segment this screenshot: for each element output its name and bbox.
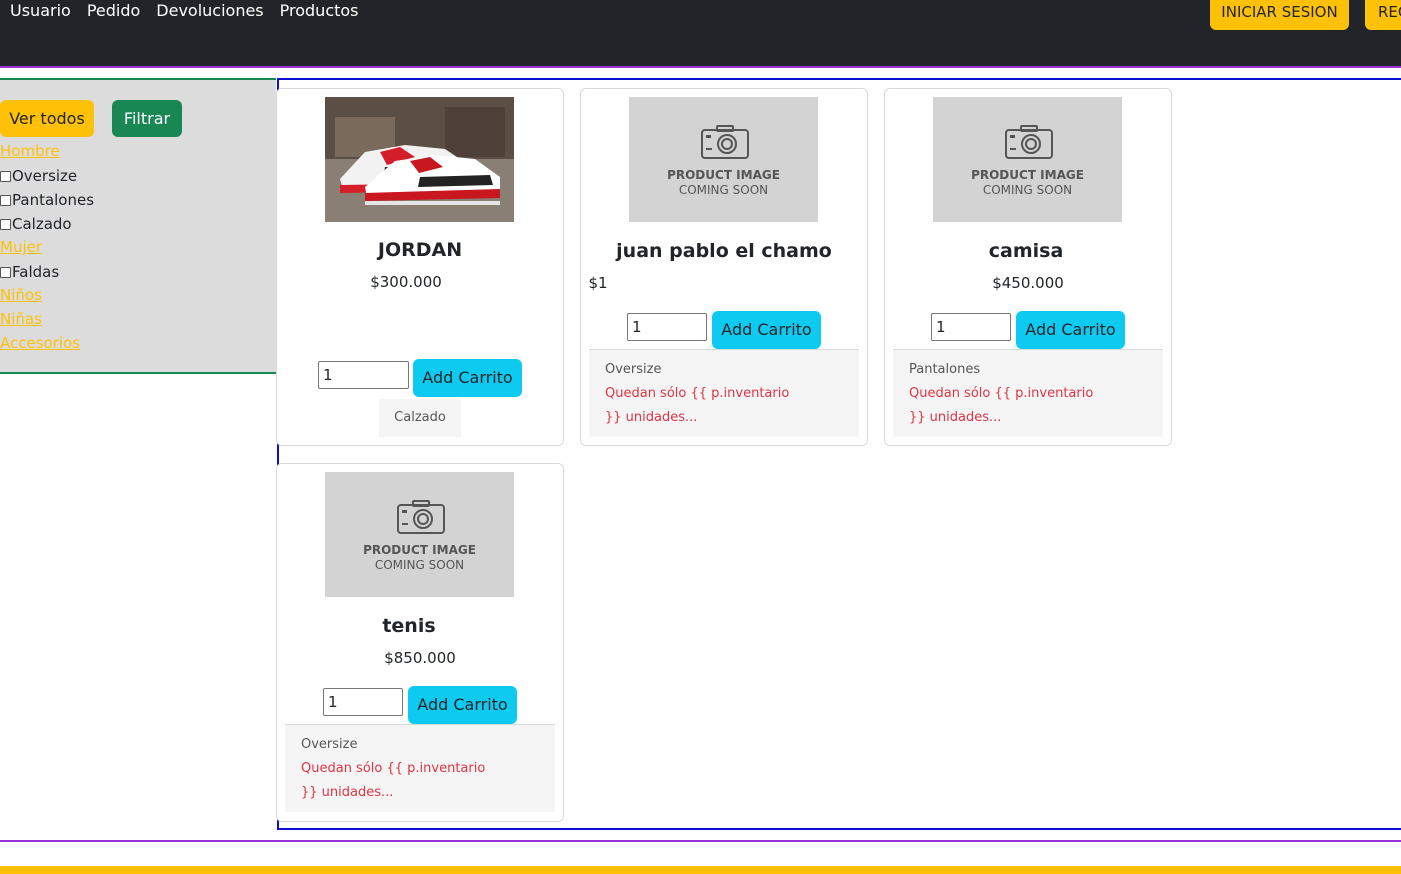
placeholder-title: PRODUCT IMAGE: [667, 168, 780, 182]
product-card-jordan: JORDAN $300.000 1 Add Carrito Calzado: [276, 88, 564, 446]
nav-link-usuario[interactable]: Usuario: [10, 0, 71, 22]
placeholder-title: PRODUCT IMAGE: [363, 543, 476, 557]
product-name: tenis: [382, 615, 436, 637]
nav-link-devoluciones[interactable]: Devoluciones: [156, 0, 263, 22]
filter-link-accesorios[interactable]: Accesorios: [0, 332, 94, 356]
stock-text: Quedan sólo {{ p.inventario }} unidades.…: [605, 386, 790, 425]
header-divider: [0, 66, 1401, 68]
product-name: JORDAN: [377, 239, 463, 261]
nav-link-pedido[interactable]: Pedido: [87, 0, 140, 22]
quantity-input[interactable]: 1: [323, 688, 403, 716]
product-name: camisa: [988, 240, 1064, 262]
filter-label: Pantalones: [12, 191, 95, 209]
card-footer: Oversize Quedan sólo {{ p.inventario }} …: [589, 349, 859, 437]
filter-link-ninas[interactable]: Niñas: [0, 308, 94, 332]
camera-icon: [701, 125, 749, 159]
category-label: Oversize: [605, 362, 662, 377]
filter-label: Oversize: [12, 167, 78, 185]
product-price: $450.000: [992, 274, 1064, 292]
product-image: PRODUCT IMAGE COMING SOON: [629, 97, 818, 222]
sneaker-photo: [325, 97, 514, 222]
category-tag: Calzado: [379, 399, 461, 437]
category-label: Pantalones: [909, 362, 981, 377]
filter-check-oversize[interactable]: Oversize: [0, 164, 94, 188]
register-button[interactable]: REGISTRARSE: [1365, 0, 1401, 30]
stock-text: Quedan sólo {{ p.inventario }} unidades.…: [909, 386, 1094, 425]
checkbox[interactable]: [0, 266, 11, 278]
card-footer: Pantalones Quedan sólo {{ p.inventario }…: [893, 349, 1163, 437]
add-to-cart-button[interactable]: Add Carrito: [1016, 311, 1125, 349]
card-footer: Oversize Quedan sólo {{ p.inventario }} …: [285, 724, 555, 812]
placeholder-subtitle: COMING SOON: [374, 558, 465, 572]
filter-list: Hombre Oversize Pantalones Calzado Mujer…: [0, 140, 94, 356]
camera-icon: [397, 500, 445, 534]
nav-links: Usuario Pedido Devoluciones Productos: [10, 0, 359, 22]
filter-check-calzado[interactable]: Calzado: [0, 212, 94, 236]
quantity-input[interactable]: 1: [627, 313, 707, 341]
filter-label: Faldas: [12, 263, 60, 281]
placeholder-subtitle: COMING SOON: [982, 183, 1073, 197]
product-card-camisa: PRODUCT IMAGE COMING SOON camisa $450.00…: [884, 88, 1172, 446]
nav-link-productos[interactable]: Productos: [280, 0, 359, 22]
footer-bar: [0, 866, 1401, 874]
footer-divider: [0, 840, 1401, 842]
filter-sidebar: Ver todos Filtrar Hombre Oversize Pantal…: [0, 78, 276, 374]
category-label: Oversize: [301, 737, 358, 752]
camera-icon: [1005, 125, 1053, 159]
product-name: juan pablo el chamo: [616, 240, 832, 262]
filter-check-faldas[interactable]: Faldas: [0, 260, 94, 284]
top-navbar: Usuario Pedido Devoluciones Productos IN…: [0, 0, 1401, 66]
add-to-cart-button[interactable]: Add Carrito: [413, 359, 522, 397]
product-image: PRODUCT IMAGE COMING SOON: [933, 97, 1122, 222]
stock-text: Quedan sólo {{ p.inventario }} unidades.…: [301, 761, 486, 800]
filter-link-mujer[interactable]: Mujer: [0, 236, 94, 260]
product-card-tenis: PRODUCT IMAGE COMING SOON tenis $850.000…: [276, 463, 564, 822]
product-image: [325, 97, 514, 222]
placeholder-title: PRODUCT IMAGE: [971, 168, 1084, 182]
ver-todos-button[interactable]: Ver todos: [0, 100, 94, 137]
checkbox[interactable]: [0, 170, 11, 182]
product-card-juan-pablo: PRODUCT IMAGE COMING SOON juan pablo el …: [580, 88, 868, 446]
placeholder-subtitle: COMING SOON: [678, 183, 769, 197]
checkbox[interactable]: [0, 218, 11, 230]
filter-label: Calzado: [12, 215, 72, 233]
quantity-input[interactable]: 1: [931, 313, 1011, 341]
filter-link-ninos[interactable]: Niños: [0, 284, 94, 308]
quantity-input[interactable]: 1: [318, 361, 409, 389]
add-to-cart-button[interactable]: Add Carrito: [712, 311, 821, 349]
filter-link-hombre[interactable]: Hombre: [0, 140, 94, 164]
checkbox[interactable]: [0, 194, 11, 206]
filter-check-pantalones[interactable]: Pantalones: [0, 188, 94, 212]
product-image: PRODUCT IMAGE COMING SOON: [325, 472, 514, 597]
filtrar-button[interactable]: Filtrar: [112, 100, 182, 137]
login-button[interactable]: INICIAR SESION: [1210, 0, 1349, 30]
product-price: $850.000: [384, 649, 456, 667]
add-to-cart-button[interactable]: Add Carrito: [408, 686, 517, 724]
product-price: $1: [588, 274, 608, 292]
